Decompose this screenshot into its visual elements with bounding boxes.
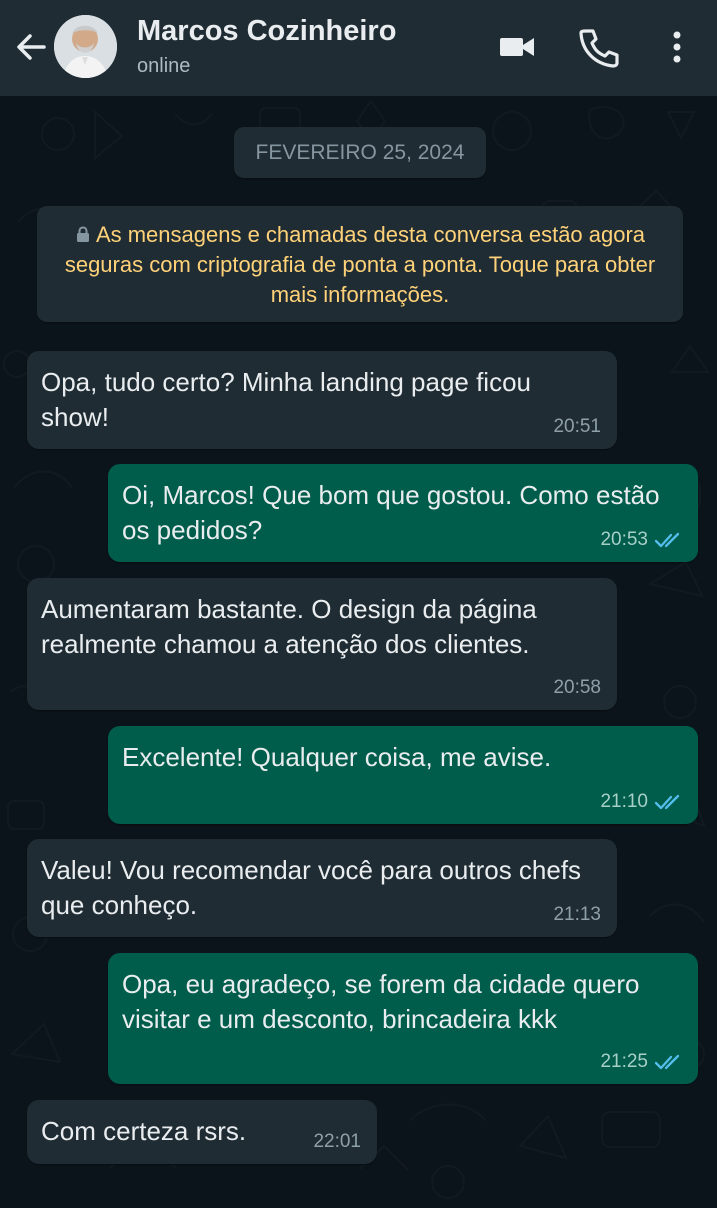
date-separator: FEVEREIRO 25, 2024 bbox=[234, 127, 486, 178]
message-time: 22:01 bbox=[313, 1131, 361, 1152]
message-time: 20:51 bbox=[553, 416, 601, 437]
message-meta: 21:13 bbox=[553, 903, 601, 927]
chat-header: Marcos Cozinheiro online bbox=[0, 0, 717, 96]
message-meta: 21:25 bbox=[600, 1050, 682, 1074]
message-text: Opa, eu agradeço, se forem da cidade que… bbox=[122, 969, 640, 1034]
message-incoming[interactable]: Com certeza rsrs. 22:01 bbox=[27, 1100, 377, 1164]
contact-status: online bbox=[137, 55, 191, 77]
message-meta: 20:51 bbox=[553, 415, 601, 439]
message-outgoing[interactable]: Opa, eu agradeço, se forem da cidade que… bbox=[108, 953, 698, 1084]
chat-screen: Marcos Cozinheiro online FEVEREIRO 25, 2… bbox=[0, 0, 717, 1208]
message-outgoing[interactable]: Oi, Marcos! Que bom que gostou. Como est… bbox=[108, 464, 698, 562]
message-text: Excelente! Qualquer coisa, me avise. bbox=[122, 742, 552, 772]
message-meta: 20:58 bbox=[553, 676, 601, 700]
profile-photo bbox=[54, 15, 117, 78]
read-ticks-icon bbox=[654, 532, 680, 548]
read-ticks-icon bbox=[654, 1054, 680, 1070]
message-outgoing[interactable]: Excelente! Qualquer coisa, me avise. 21:… bbox=[108, 726, 698, 824]
more-vertical-icon[interactable] bbox=[656, 26, 698, 68]
message-meta: 21:10 bbox=[600, 790, 682, 814]
message-text: Valeu! Vou recomendar você para outros c… bbox=[41, 855, 582, 920]
contact-name[interactable]: Marcos Cozinheiro bbox=[137, 15, 396, 48]
message-incoming[interactable]: Valeu! Vou recomendar você para outros c… bbox=[27, 839, 617, 937]
encryption-notice-text: As mensagens e chamadas desta conversa e… bbox=[64, 222, 656, 307]
message-time: 21:10 bbox=[600, 791, 648, 812]
message-time: 21:13 bbox=[553, 904, 601, 925]
message-text: Opa, tudo certo? Minha landing page fico… bbox=[41, 367, 532, 432]
encryption-notice[interactable]: As mensagens e chamadas desta conversa e… bbox=[37, 206, 683, 322]
message-time: 21:25 bbox=[600, 1051, 648, 1072]
message-incoming[interactable]: Aumentaram bastante. O design da página … bbox=[27, 578, 617, 710]
phone-call-icon[interactable] bbox=[577, 26, 619, 68]
video-call-icon[interactable] bbox=[496, 26, 538, 68]
lock-icon bbox=[76, 226, 89, 242]
back-arrow-icon[interactable] bbox=[14, 30, 48, 64]
message-time: 20:58 bbox=[553, 677, 601, 698]
message-time: 20:53 bbox=[600, 529, 648, 550]
message-incoming[interactable]: Opa, tudo certo? Minha landing page fico… bbox=[27, 351, 617, 449]
message-meta: 22:01 bbox=[313, 1130, 361, 1154]
message-text: Aumentaram bastante. O design da página … bbox=[41, 594, 537, 659]
read-ticks-icon bbox=[654, 794, 680, 810]
message-meta: 20:53 bbox=[600, 528, 682, 552]
avatar[interactable] bbox=[54, 15, 117, 78]
